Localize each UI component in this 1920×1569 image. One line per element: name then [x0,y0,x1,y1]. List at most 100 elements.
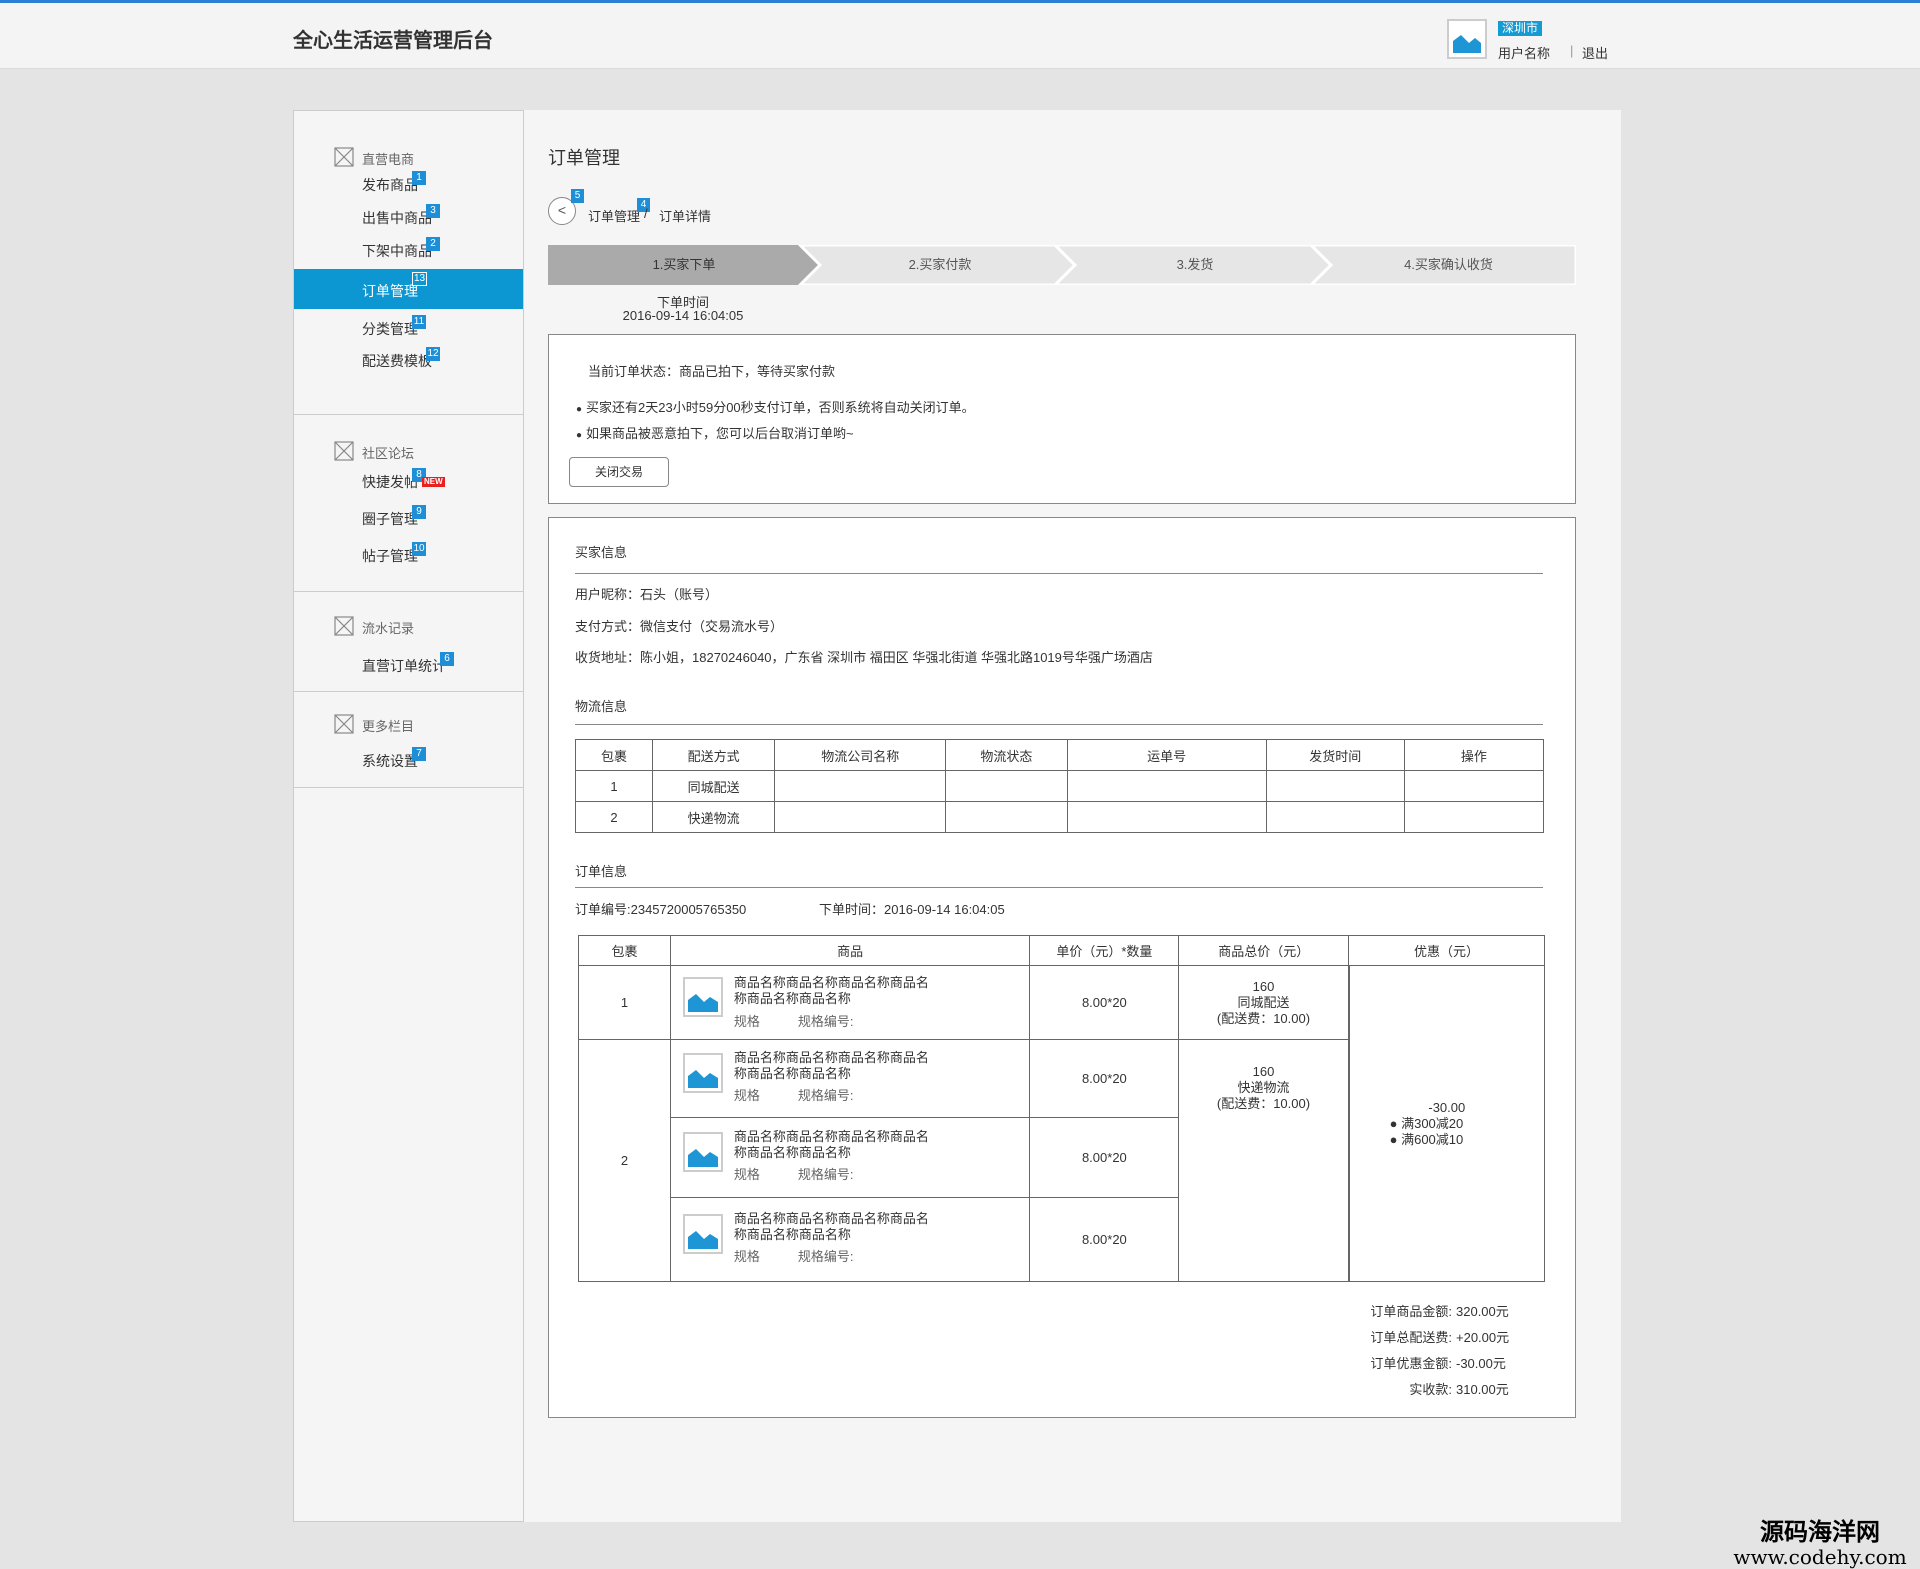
nav-group-ecommerce: 直营电商 发布商品 1 出售中商品 3 下架中商品 2 订单管理 13 分类管理… [294,111,523,415]
sidebar-item-label: 出售中商品 [362,210,432,226]
sidebar-item-label: 发布商品 [362,177,418,193]
order-detail-panel: 买家信息 用户昵称：石头（账号） 支付方式：微信支付（交易流水号） 收货地址：陈… [548,517,1576,1418]
chevron-left-icon: < [557,202,567,218]
sidebar-item-order-stats[interactable]: 直营订单统计 6 [294,649,523,684]
sidebar-item-circles[interactable]: 圈子管理 9 [294,502,523,537]
item-badge: 6 [440,652,454,666]
app-title: 全心生活运营管理后台 [293,30,493,52]
discount-rules: ● 满300减20 ● 满600减10 [1390,1116,1544,1148]
avatar[interactable] [1447,19,1487,59]
nav-group-forum: 社区论坛 快捷发帖 8 NEW 圈子管理 9 帖子管理 10 [294,415,523,592]
sidebar-item-off-shelf[interactable]: 下架中商品 2 [294,234,523,269]
cell: 1 [574,770,654,802]
price-qty: 8.00*20 [1029,1197,1180,1282]
summary-shipping-fee: 订单总配送费: +20.00元 [1370,1327,1518,1346]
price-qty: 8.00*20 [1029,1039,1180,1118]
new-tag: NEW [422,477,445,487]
summary-discount: 订单优惠金额: -30.00元 [1370,1353,1518,1372]
cell [1066,801,1267,833]
column-header: 单价（元）*数量 [1029,935,1180,966]
sidebar-item-settings[interactable]: 系统设置 7 [294,744,523,779]
package-fee: (配送费：10.00) [1216,1010,1311,1026]
item-badge: 13 [412,272,428,286]
product-item[interactable]: 商品名称商品名称商品名称商品名称商品名称商品名称 规格 规格编号: [671,1202,1030,1278]
spec-label: 规格 [733,1166,760,1182]
nav-group-header: 社区论坛 [294,415,523,471]
cell [1265,770,1405,802]
item-badge: 3 [426,204,440,218]
sidebar-item-label: 圈子管理 [362,511,418,527]
product-item[interactable]: 商品名称商品名称商品名称商品名称商品名称商品名称 规格 规格编号: [671,1120,1030,1196]
sidebar-item-categories[interactable]: 分类管理 11 [294,312,523,347]
step-3: 3.发货 [1176,257,1214,272]
product-thumbnail [682,1131,723,1172]
city-tag[interactable]: 深圳市 [1498,21,1543,36]
sidebar-item-shipping-template[interactable]: 配送费模板 12 [294,344,523,379]
column-header: 包裹 [578,935,671,966]
discount-rule: ● 满600减10 [1389,1131,1464,1147]
summary-value: 310.00元 [1456,1382,1509,1397]
product-thumbnail [682,1213,723,1254]
sidebar-item-label: 订单管理 [362,283,418,299]
product-name: 商品名称商品名称商品名称商品名称商品名称商品名称 [733,1210,929,1242]
step-4: 4.买家确认收货 [1404,257,1493,272]
sidebar-item-posts[interactable]: 帖子管理 10 [294,539,523,574]
column-header: 商品总价（元） [1178,935,1350,966]
spec-label: 规格 [733,1248,760,1264]
breadcrumb-separator: / [644,206,648,221]
spec-label: 规格 [733,1087,760,1103]
sidebar-item-label: 下架中商品 [362,243,432,259]
item-badge: 7 [412,747,426,761]
shipping-address: 收货地址：陈小姐，18270246040，广东省 深圳市 福田区 华强北街道 华… [575,650,1153,665]
nav-group-header: 流水记录 [294,592,523,652]
product-item[interactable]: 商品名称商品名称商品名称商品名称商品名称商品名称 规格 规格编号: [671,1041,1030,1117]
product-cell: 商品名称商品名称商品名称商品名称商品名称商品名称 规格 规格编号: [669,1117,1031,1198]
app-header: 全心生活运营管理后台 深圳市 用户名称 | 退出 [0,3,1920,69]
product-thumbnail [682,976,723,1017]
table-row: 1 同城配送 [574,770,1545,802]
product-spec: 规格 规格编号: [734,1085,892,1104]
order-status-panel: 当前订单状态：商品已拍下，等待买家付款 买家还有2天23小时59分00秒支付订单… [548,334,1576,504]
close-transaction-button[interactable]: 关闭交易 [569,457,669,487]
column-header: 发货时间 [1265,739,1405,771]
nav-group-header: 更多栏目 [294,692,523,748]
logout-link[interactable]: 退出 [1582,43,1608,62]
annotation-mark: 5 [571,189,584,203]
sidebar-item-quick-post[interactable]: 快捷发帖 8 NEW [294,465,523,500]
divider [575,724,1543,725]
sidebar-item-on-sale[interactable]: 出售中商品 3 [294,201,523,236]
sidebar-item-publish[interactable]: 发布商品 1 [294,168,523,203]
order-time: 下单时间：2016-09-14 16:04:05 [819,902,1005,917]
column-header: 商品 [669,935,1031,966]
package-id: 1 [578,965,671,1040]
sidebar-item-label: 系统设置 [362,753,418,769]
nav-group-header: 直营电商 [294,111,523,169]
divider [575,573,1543,574]
spec-label: 规格 [733,1013,760,1029]
package-method: 快递物流 [1237,1080,1290,1095]
item-badge: 12 [426,347,440,361]
breadcrumb-orders[interactable]: 订单管理 [588,206,640,225]
product-cell: 商品名称商品名称商品名称商品名称商品名称商品名称 规格 规格编号: [669,965,1031,1040]
price-qty: 8.00*20 [1029,965,1180,1040]
product-item[interactable]: 商品名称商品名称商品名称商品名称商品名称商品名称 规格 规格编号: [671,967,1030,1039]
discount-amount: -30.00 [1428,1099,1466,1115]
summary-goods-amount: 订单商品金额: 320.00元 [1370,1301,1518,1320]
broken-image-icon [334,714,354,734]
product-name: 商品名称商品名称商品名称商品名称商品名称商品名称 [733,1049,929,1081]
step-2: 2.买家付款 [908,257,972,272]
sidebar-item-orders[interactable]: 订单管理 13 [294,269,523,309]
summary-value: -30.00元 [1456,1356,1506,1371]
package-method: 同城配送 [1237,994,1290,1010]
column-header: 物流状态 [945,739,1068,771]
cell [1066,770,1267,802]
discount-rule: ● 满300减20 [1389,1115,1464,1131]
spec-number: 规格编号: [797,1087,854,1103]
discount-rule-text: 满300减20 [1401,1115,1464,1131]
buyer-info-title: 买家信息 [575,545,628,560]
image-placeholder-icon [687,1069,718,1088]
package-total-cell: 160 快递物流 (配送费：10.00) [1178,1039,1350,1282]
column-header: 运单号 [1066,739,1267,771]
summary-value: +20.00元 [1456,1330,1510,1345]
item-badge: 10 [412,542,426,556]
